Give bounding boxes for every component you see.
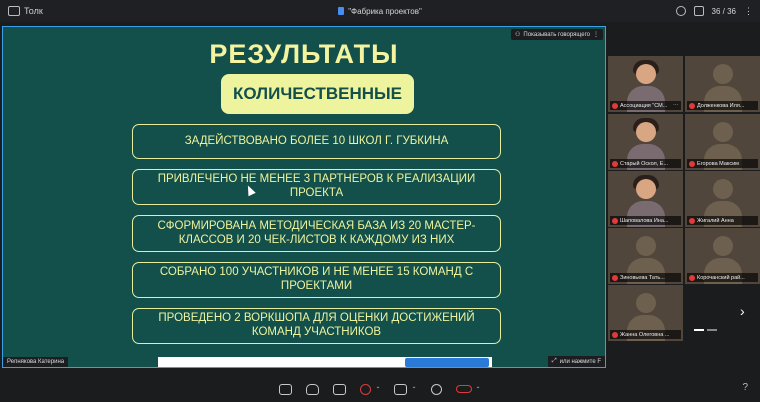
fullscreen-hint[interactable]: ⤢ или нажмите F [547, 356, 605, 367]
mic-muted-icon [612, 331, 618, 338]
show-speaker-label: Показывать говорящего [523, 31, 590, 38]
window-icon [8, 6, 20, 16]
participant-label: Жанна Олеговна ... [610, 330, 681, 339]
avatar-placeholder [712, 122, 733, 142]
screen-share-icon[interactable] [333, 383, 347, 395]
end-call-options-icon[interactable]: ⌃ [476, 386, 481, 393]
participant-name: Ассоциация "СМ... [620, 102, 668, 109]
meeting-title-wrap: "Фабрика проектов" [0, 0, 760, 22]
mic-muted-icon [612, 274, 618, 281]
participant-label: Долженкова Иля... [687, 101, 758, 110]
doc-icon [338, 7, 345, 15]
participant-tile[interactable]: Ассоциация "СМ... ⋯ [608, 56, 683, 112]
app-title[interactable]: Толк [0, 6, 43, 16]
avatar-placeholder [712, 179, 733, 199]
more-icon[interactable]: ⋮ [744, 6, 754, 17]
end-call-icon[interactable] [455, 385, 472, 393]
record-icon[interactable] [430, 383, 442, 395]
slide-item: ПРИВЛЕЧЕНО НЕ МЕНЕЕ 3 ПАРТНЕРОВ К РЕАЛИЗ… [132, 169, 501, 205]
participant-face [635, 122, 656, 142]
participant-name: Старый Оскол, Е... [620, 160, 669, 167]
mic-muted-icon [689, 160, 695, 167]
participant-label: Жигалий Анна [687, 216, 758, 225]
next-page-icon[interactable]: › [740, 304, 754, 318]
mic-muted-icon [689, 102, 695, 109]
mic-muted-icon [612, 160, 618, 167]
speaker-icon: ⚇ [515, 32, 521, 38]
avatar-placeholder [712, 236, 733, 256]
participant-name: Жигалий Анна [697, 217, 734, 224]
mic-options-icon[interactable]: ⌃ [375, 386, 380, 393]
fullscreen-hint-text: или нажмите F [559, 358, 601, 365]
presenter-name: Репнякова Катерина [3, 357, 69, 367]
participant-name: Жанна Олеговна ... [620, 331, 670, 338]
participant-tile[interactable]: Жанна Олеговна ... [608, 285, 683, 341]
participant-face [635, 179, 656, 199]
participant-tile[interactable]: Жигалий Анна [685, 171, 760, 227]
help-icon[interactable]: ? [742, 382, 748, 393]
slide-bottom-strip [158, 357, 492, 367]
camera-options-icon[interactable]: ⌃ [411, 386, 416, 393]
participant-tile[interactable]: Егорова Максим [685, 114, 760, 170]
participant-label: Шаповалова Ина... [610, 216, 681, 225]
participant-tile[interactable]: Долженкова Иля... [685, 56, 760, 112]
mic-muted-icon [689, 217, 695, 224]
slide-item: СОБРАНО 100 УЧАСТНИКОВ И НЕ МЕНЕЕ 15 КОМ… [132, 262, 501, 298]
more-icon[interactable]: ⋮ [593, 31, 599, 38]
participant-tile[interactable]: Корочанский рай... [685, 228, 760, 284]
camera-icon[interactable] [394, 383, 408, 395]
avatar-placeholder [635, 293, 656, 313]
chat-icon[interactable] [279, 383, 293, 395]
top-right-controls: 36 / 36 ⋮ [675, 0, 754, 22]
slide-bottom-button [405, 358, 489, 367]
raise-hand-icon[interactable] [306, 383, 320, 395]
pager-dot[interactable] [694, 329, 704, 331]
mic-muted-icon [689, 274, 695, 281]
participant-name: Долженкова Иля... [697, 102, 745, 109]
participant-face [635, 64, 656, 84]
participant-tile[interactable]: Зиновьева Тать... [608, 228, 683, 284]
participant-tile[interactable]: Шаповалова Ина... [608, 171, 683, 227]
participant-pager[interactable] [694, 329, 717, 331]
shared-screen: РЕЗУЛЬТАТЫ КОЛИЧЕСТВЕННЫЕ ЗАДЕЙСТВОВАНО … [2, 26, 606, 368]
slide-item: ЗАДЕЙСТВОВАНО БОЛЕЕ 10 ШКОЛ Г. ГУБКИНА [132, 124, 501, 159]
smile-icon[interactable] [675, 6, 686, 16]
participant-name: Зиновьева Тать... [620, 274, 665, 281]
participant-tile[interactable]: Старый Оскол, Е... [608, 114, 683, 170]
more-icon[interactable]: ⋯ [673, 103, 679, 109]
top-bar: Толк "Фабрика проектов" 36 / 36 ⋮ [0, 0, 760, 22]
mic-muted-icon [612, 217, 618, 224]
participant-name: Егорова Максим [697, 160, 739, 167]
participant-name: Шаповалова Ина... [620, 217, 669, 224]
fullscreen-icon: ⤢ [551, 358, 557, 364]
show-speaker-toggle[interactable]: ⚇ Показывать говорящего ⋮ [511, 29, 603, 40]
participant-label: Старый Оскол, Е... [610, 159, 681, 168]
participants-icon[interactable] [693, 6, 704, 16]
participant-name: Корочанский рай... [697, 274, 745, 281]
mic-muted-icon [612, 102, 618, 109]
mic-muted-icon[interactable] [360, 383, 372, 395]
participant-label: Зиновьева Тать... [610, 273, 681, 282]
participant-label: Ассоциация "СМ... ⋯ [610, 101, 681, 110]
meeting-title: "Фабрика проектов" [348, 6, 422, 16]
participant-label: Корочанский рай... [687, 273, 758, 282]
app-name: Толк [24, 6, 43, 16]
avatar-placeholder [712, 64, 733, 84]
bottom-controls: ⌃ ⌃ ⌃ [0, 376, 760, 402]
slide-item: ПРОВЕДЕНО 2 ВОРКШОПА ДЛЯ ОЦЕНКИ ДОСТИЖЕН… [132, 308, 501, 344]
participant-grid: Ассоциация "СМ... ⋯ Долженкова Иля... Ста… [608, 56, 760, 342]
slide-title: РЕЗУЛЬТАТЫ [209, 39, 399, 69]
participants-count[interactable]: 36 / 36 [712, 7, 736, 16]
avatar-placeholder [635, 236, 656, 256]
slide-item: СФОРМИРОВАНА МЕТОДИЧЕСКАЯ БАЗА ИЗ 20 МАС… [132, 215, 501, 252]
slide-subtitle: КОЛИЧЕСТВЕННЫЕ [221, 74, 414, 114]
pager-dot[interactable] [707, 329, 717, 331]
participant-label: Егорова Максим [687, 159, 758, 168]
